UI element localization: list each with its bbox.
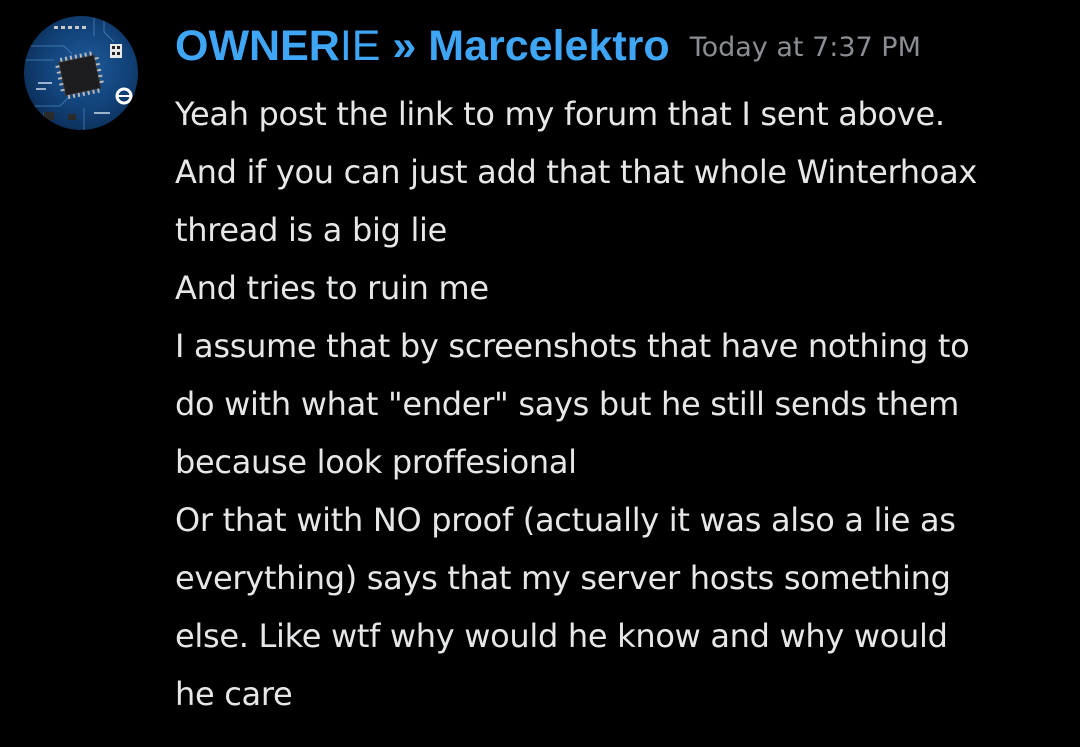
message-line: he care	[175, 675, 293, 713]
username-link[interactable]: OWNERIE » Marcelektro	[175, 22, 670, 70]
message-line: And tries to ruin me	[175, 269, 489, 307]
avatar[interactable]	[24, 16, 138, 130]
message-body: Yeah post the link to my forum that I se…	[175, 85, 1075, 723]
username-prefix: OWNER	[175, 22, 340, 70]
username-mid: IE	[339, 22, 381, 70]
circuit-board-icon	[24, 16, 133, 130]
message-line: And if you can just add that that whole …	[175, 153, 978, 191]
message-timestamp: Today at 7:37 PM	[689, 32, 921, 63]
message-line: Yeah post the link to my forum that I se…	[175, 95, 945, 133]
message-header: OWNERIE » Marcelektro Today at 7:37 PM	[175, 22, 921, 78]
message-line: thread is a big lie	[175, 211, 448, 249]
message-line: because look proffesional	[175, 443, 577, 481]
message-line: else. Like wtf why would he know and why…	[175, 617, 948, 655]
message-line: do with what "ender" says but he still s…	[175, 385, 960, 423]
message-line: everything) says that my server hosts so…	[175, 559, 951, 597]
username-separator: »	[380, 22, 429, 70]
username-name: Marcelektro	[428, 22, 670, 70]
message-line: I assume that by screenshots that have n…	[175, 327, 970, 365]
message-line: Or that with NO proof (actually it was a…	[175, 501, 956, 539]
chat-message: OWNERIE » Marcelektro Today at 7:37 PM Ye…	[0, 0, 1080, 747]
